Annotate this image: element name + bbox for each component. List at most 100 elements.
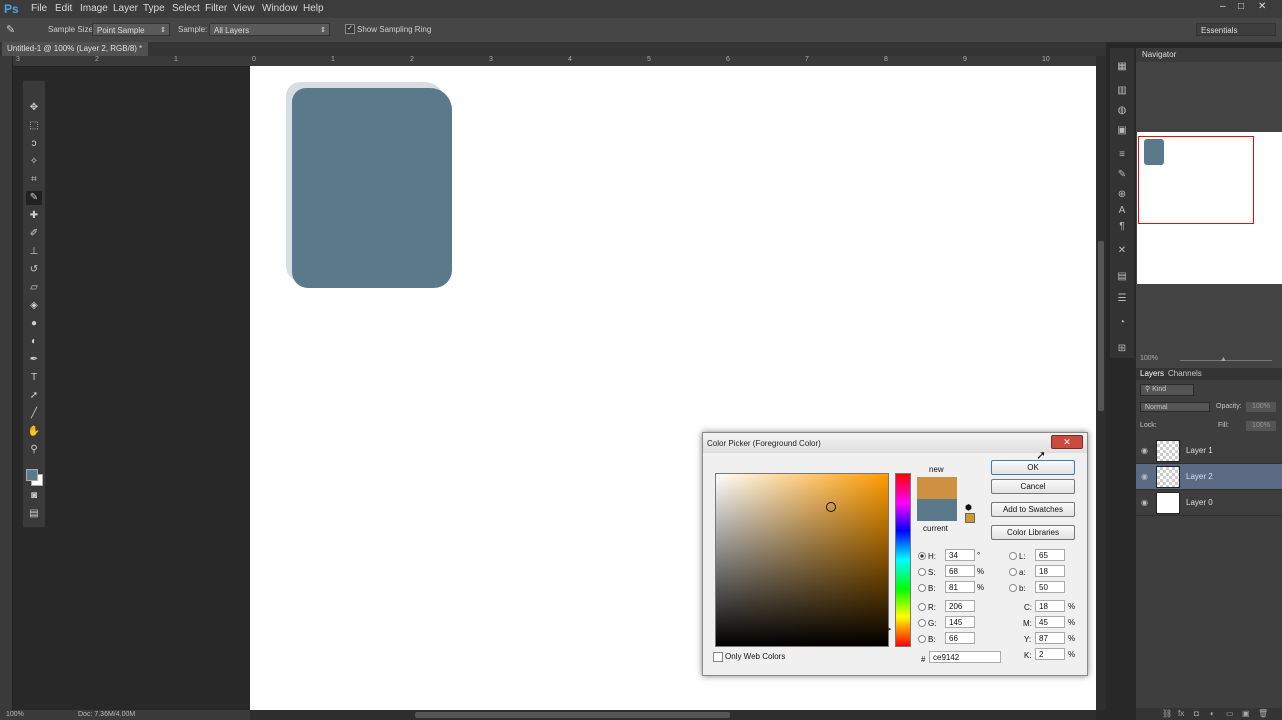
opacity-input[interactable]: 100% xyxy=(1246,402,1276,412)
tab-layers[interactable]: Layers xyxy=(1140,368,1164,380)
path-selection-tool-icon[interactable]: ➚ xyxy=(26,389,42,403)
eyedropper-tool-icon[interactable]: ✎ xyxy=(26,191,42,205)
dodge-tool-icon[interactable]: ◐ xyxy=(26,335,42,349)
fx-icon[interactable]: fx xyxy=(1178,709,1184,718)
menu-type[interactable]: Type xyxy=(143,3,165,14)
lab-l-input[interactable]: 65 xyxy=(1035,549,1065,561)
styles-panel-icon[interactable]: ▣ xyxy=(1114,124,1130,138)
close-icon[interactable]: ✕ xyxy=(1051,435,1083,449)
document-tab[interactable]: Untitled-1 @ 100% (Layer 2, RGB/8) * × xyxy=(2,42,148,67)
layer-row[interactable]: ◉ Layer 0 xyxy=(1136,490,1282,516)
clone-stamp-tool-icon[interactable]: ⊥ xyxy=(26,245,42,259)
lab-a-input[interactable]: 18 xyxy=(1035,565,1065,577)
blend-mode-select[interactable]: Normal xyxy=(1140,402,1210,412)
screen-mode-icon[interactable]: ▤ xyxy=(26,507,42,521)
new-group-icon[interactable]: ▭ xyxy=(1226,709,1234,718)
layer-comps-icon[interactable]: ▤ xyxy=(1114,270,1130,284)
layer-row[interactable]: ◉ Layer 1 xyxy=(1136,438,1282,464)
web-safe-swatch[interactable] xyxy=(965,513,975,523)
properties-panel-icon[interactable]: ▥ xyxy=(1114,84,1130,98)
info-panel-icon[interactable]: ◔ xyxy=(1114,316,1130,330)
quick-mask-icon[interactable]: ◙ xyxy=(26,489,42,503)
paragraph-panel-icon[interactable]: ¶ xyxy=(1114,220,1130,234)
menu-image[interactable]: Image xyxy=(80,3,108,14)
hue-slider-arrows[interactable]: ▸ xyxy=(888,625,892,633)
magenta-input[interactable]: 45 xyxy=(1035,616,1065,628)
cyan-input[interactable]: 18 xyxy=(1035,600,1065,612)
history-panel-icon[interactable]: ▦ xyxy=(1114,60,1130,74)
timeline-panel-icon[interactable]: ⊞ xyxy=(1114,342,1130,356)
horizontal-scrollbar[interactable] xyxy=(250,710,1096,720)
black-input[interactable]: 2 xyxy=(1035,648,1065,660)
add-mask-icon[interactable]: ◘ xyxy=(1194,709,1199,718)
red-input[interactable]: 206 xyxy=(945,600,975,612)
zoom-level[interactable]: 100% xyxy=(6,711,24,718)
menu-edit[interactable]: Edit xyxy=(55,3,72,14)
workspace-select[interactable]: Essentials xyxy=(1196,23,1276,36)
eraser-tool-icon[interactable]: ▱ xyxy=(26,281,42,295)
saturation-radio[interactable] xyxy=(918,568,926,576)
hand-tool-icon[interactable]: ✋ xyxy=(26,425,42,439)
zoom-tool-icon[interactable]: ⚲ xyxy=(26,443,42,457)
foreground-color-swatch[interactable] xyxy=(26,469,38,481)
visibility-eye-icon[interactable]: ◉ xyxy=(1141,472,1148,481)
cancel-button[interactable]: Cancel xyxy=(991,479,1075,494)
brush-panel-icon[interactable]: ≡ xyxy=(1114,148,1130,162)
move-tool-icon[interactable]: ✥ xyxy=(26,101,42,115)
lasso-tool-icon[interactable]: ↄ xyxy=(26,137,42,151)
brush-presets-icon[interactable]: ✎ xyxy=(1114,168,1130,182)
dialog-titlebar[interactable]: Color Picker (Foreground Color) ✕ xyxy=(703,433,1087,453)
saturation-input[interactable]: 68 xyxy=(945,565,975,577)
only-web-colors-checkbox[interactable] xyxy=(713,652,723,662)
color-field-marker[interactable] xyxy=(826,502,836,512)
menu-help[interactable]: Help xyxy=(303,3,324,14)
color-libraries-button[interactable]: Color Libraries xyxy=(991,525,1075,540)
hue-input[interactable]: 34 xyxy=(945,549,975,561)
show-ring-checkbox[interactable]: ✓ xyxy=(345,24,355,34)
menu-layer[interactable]: Layer xyxy=(113,3,138,14)
healing-brush-tool-icon[interactable]: ✚ xyxy=(26,209,42,223)
brightness-radio[interactable] xyxy=(918,584,926,592)
tab-channels[interactable]: Channels xyxy=(1168,368,1202,380)
brightness-input[interactable]: 81 xyxy=(945,581,975,593)
clone-source-icon[interactable]: ⊕ xyxy=(1114,188,1130,202)
eyedropper-tool-icon[interactable]: ✎ xyxy=(6,23,15,36)
menu-view[interactable]: View xyxy=(233,3,255,14)
hue-radio[interactable] xyxy=(918,552,926,560)
lab-b-radio[interactable] xyxy=(1009,584,1017,592)
maximize-icon[interactable]: □ xyxy=(1238,1,1244,12)
pen-tool-icon[interactable]: ✒ xyxy=(26,353,42,367)
history-brush-tool-icon[interactable]: ↺ xyxy=(26,263,42,277)
marquee-tool-icon[interactable]: ⬚ xyxy=(26,119,42,133)
adjustment-layer-icon[interactable]: ◐ xyxy=(1210,709,1215,718)
zoom-slider-handle[interactable]: ▲ xyxy=(1220,356,1227,363)
hue-slider[interactable] xyxy=(895,473,911,647)
visibility-eye-icon[interactable]: ◉ xyxy=(1141,498,1148,507)
current-color-swatch[interactable] xyxy=(917,499,957,521)
ok-button[interactable]: OK xyxy=(991,460,1075,475)
menu-filter[interactable]: Filter xyxy=(205,3,227,14)
navigator-preview[interactable] xyxy=(1137,132,1282,284)
layer-filter-select[interactable]: ⚲ Kind xyxy=(1140,384,1194,396)
character-panel-icon[interactable]: A xyxy=(1114,204,1130,218)
blue-radio[interactable] xyxy=(918,635,926,643)
hex-input[interactable]: ce9142 xyxy=(929,651,1001,663)
paths-panel-icon[interactable]: ☰ xyxy=(1114,292,1130,306)
cube-icon[interactable]: ⬢ xyxy=(965,503,972,512)
fill-input[interactable]: 100% xyxy=(1246,421,1276,431)
tool-presets-icon[interactable]: ✕ xyxy=(1114,244,1130,258)
vertical-scrollbar[interactable] xyxy=(1096,56,1106,710)
navigator-zoom-bar[interactable]: 100% ▲ xyxy=(1136,354,1282,366)
scrollbar-thumb[interactable] xyxy=(415,712,730,718)
type-tool-icon[interactable]: T xyxy=(26,371,42,385)
adjustments-panel-icon[interactable]: ◍ xyxy=(1114,104,1130,118)
scrollbar-thumb[interactable] xyxy=(1098,241,1104,411)
blue-input[interactable]: 66 xyxy=(945,632,975,644)
new-layer-icon[interactable]: ▣ xyxy=(1242,709,1250,718)
visibility-eye-icon[interactable]: ◉ xyxy=(1141,446,1148,455)
lab-b-input[interactable]: 50 xyxy=(1035,581,1065,593)
lab-a-radio[interactable] xyxy=(1009,568,1017,576)
lab-l-radio[interactable] xyxy=(1009,552,1017,560)
yellow-input[interactable]: 87 xyxy=(1035,632,1065,644)
line-tool-icon[interactable]: ╱ xyxy=(26,407,42,421)
